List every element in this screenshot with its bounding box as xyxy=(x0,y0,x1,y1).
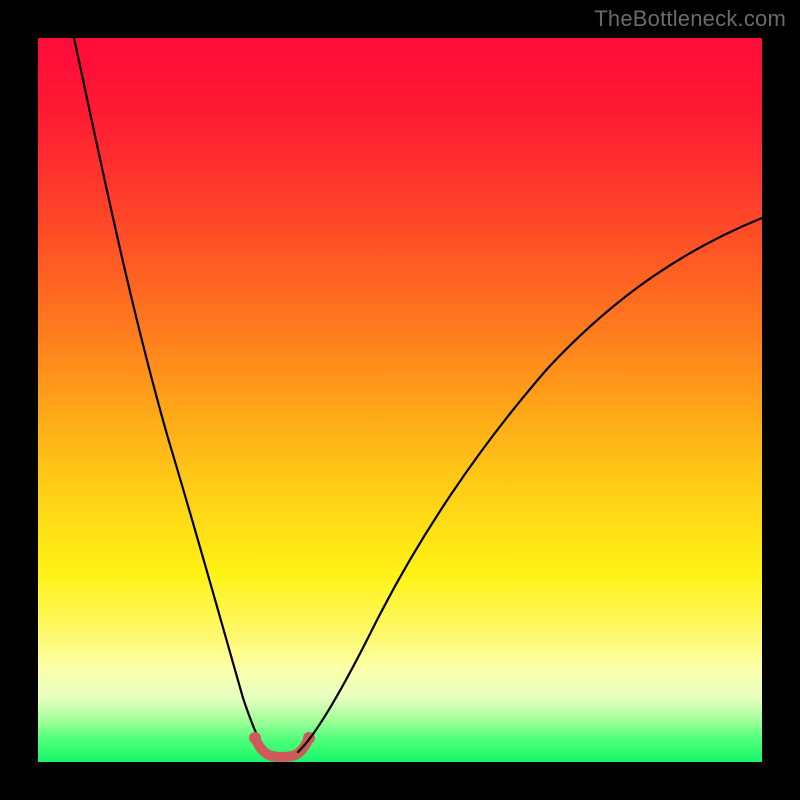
curve-layer xyxy=(38,38,762,762)
chart-stage: TheBottleneck.com xyxy=(0,0,800,800)
valley-dot-left xyxy=(249,732,261,744)
curve-right-branch xyxy=(298,218,762,752)
curve-left-branch xyxy=(74,38,266,752)
plot-area xyxy=(38,38,762,762)
watermark-text: TheBottleneck.com xyxy=(594,6,786,32)
valley-highlight xyxy=(255,738,309,757)
